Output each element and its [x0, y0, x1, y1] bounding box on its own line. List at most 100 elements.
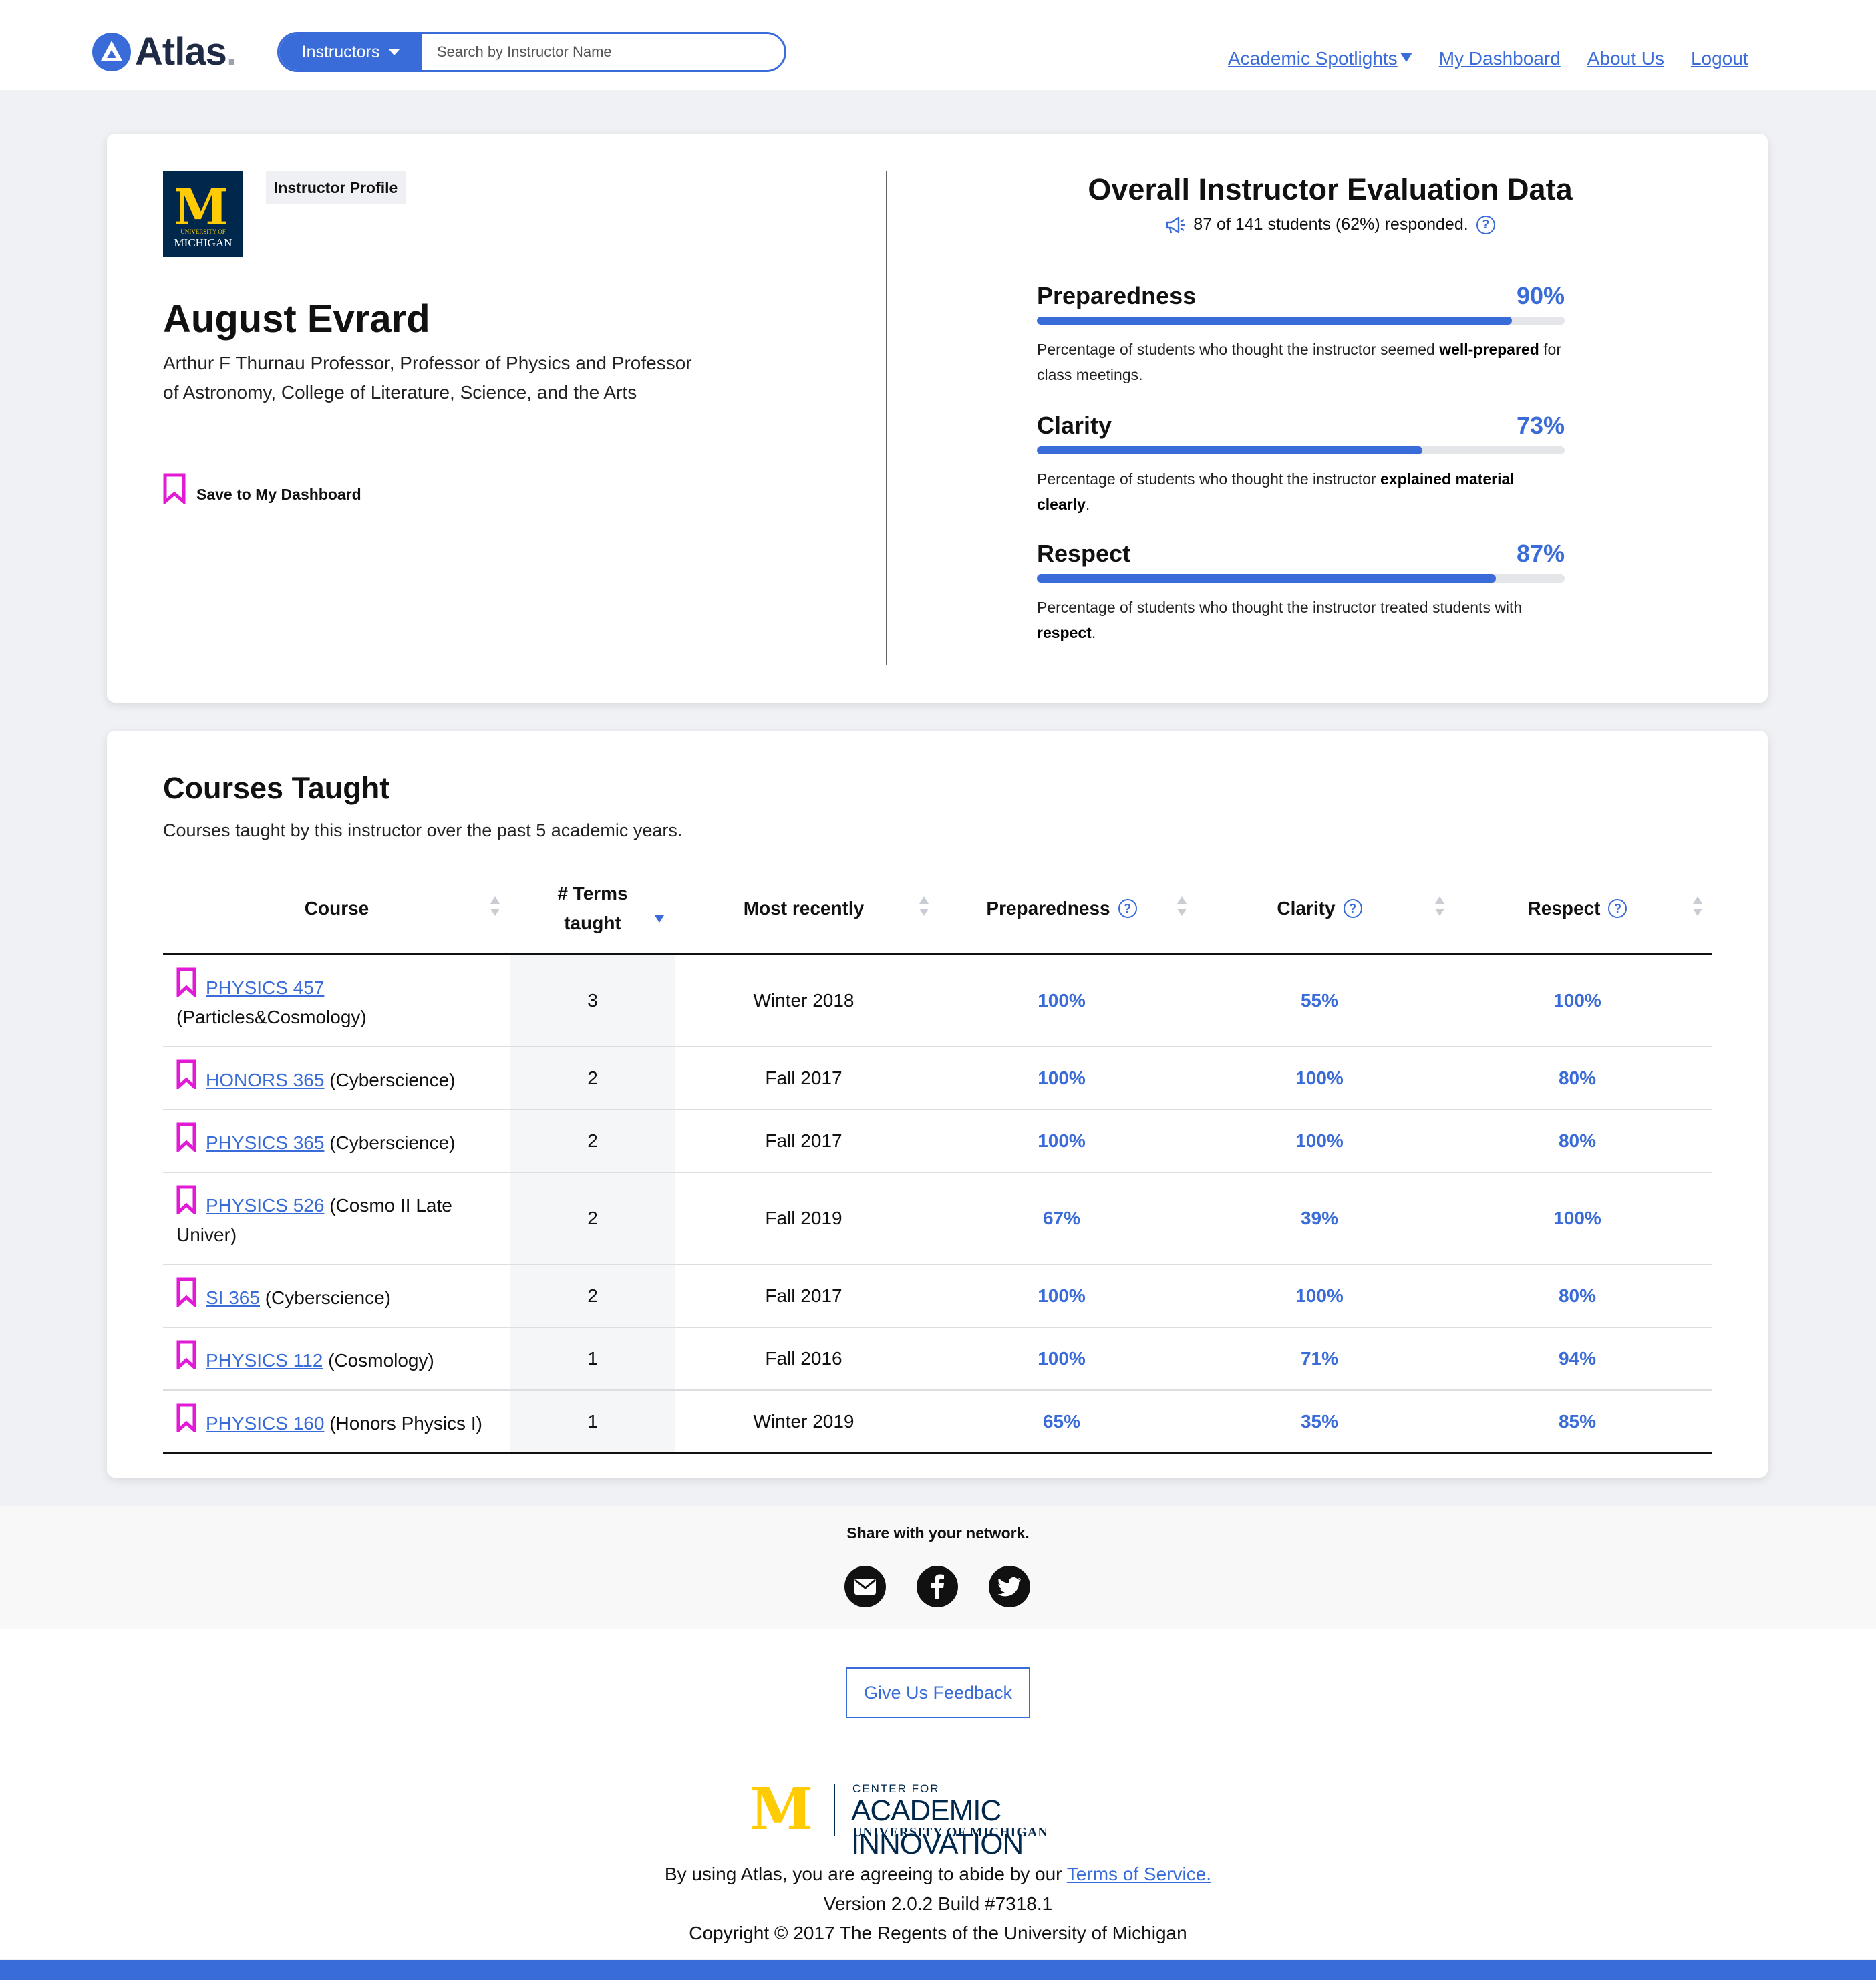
respect-cell: 100%	[1553, 1208, 1601, 1228]
courses-subtitle: Courses taught by this instructor over t…	[163, 820, 683, 840]
progress-bar-fill	[1037, 446, 1422, 454]
sort-icon[interactable]	[1435, 896, 1444, 919]
preparedness-cell: 65%	[1042, 1410, 1081, 1432]
column-header-clarity[interactable]: Clarity ?	[1191, 862, 1448, 955]
bottom-accent-bar	[0, 1960, 1876, 1980]
courses-title: Courses Taught	[163, 771, 390, 805]
course-name: (Honors Physics I)	[329, 1413, 482, 1434]
metric-name: Clarity	[1037, 411, 1112, 439]
nav-academic-spotlights[interactable]: Academic Spotlights	[1228, 48, 1412, 69]
metric-value: 73%	[1516, 411, 1565, 439]
bookmark-icon[interactable]	[176, 1403, 196, 1432]
column-header-respect[interactable]: Respect ?	[1448, 862, 1706, 955]
chevron-down-icon	[389, 49, 400, 55]
bookmark-icon[interactable]	[176, 967, 196, 997]
bookmark-icon[interactable]	[176, 1059, 196, 1089]
search-type-label: Instructors	[301, 42, 380, 61]
course-link[interactable]: HONORS 365	[206, 1069, 324, 1090]
copyright-text: Copyright © 2017 The Regents of the Univ…	[689, 1923, 1187, 1943]
course-link[interactable]: PHYSICS 160	[206, 1413, 324, 1434]
respect-cell: 94%	[1558, 1348, 1597, 1369]
share-section: Share with your network.	[0, 1506, 1876, 1629]
course-cell: PHYSICS 365 (Cyberscience)	[176, 1110, 510, 1172]
terms-cell: 2	[510, 1265, 675, 1327]
course-cell: PHYSICS 112 (Cosmology)	[176, 1328, 510, 1389]
share-title: Share with your network.	[846, 1524, 1030, 1542]
search-type-dropdown[interactable]: Instructors	[279, 34, 422, 70]
course-name: (Cyberscience)	[329, 1069, 456, 1090]
most-recent-cell: Fall 2017	[765, 1067, 842, 1088]
respect-cell: 80%	[1558, 1130, 1597, 1151]
table-row: HONORS 365 (Cyberscience) 2 Fall 2017 100% 1…	[163, 1047, 1712, 1110]
courses-taught-card: Courses Taught Courses taught by this in…	[107, 731, 1768, 1478]
nav-my-dashboard[interactable]: My Dashboard	[1439, 48, 1561, 69]
nav-logout[interactable]: Logout	[1691, 48, 1748, 69]
column-header-most-recently[interactable]: Most recently	[675, 862, 933, 955]
progress-bar	[1037, 446, 1565, 454]
table-row: SI 365 (Cyberscience) 2 Fall 2017 100% 100% 8…	[163, 1265, 1712, 1328]
clarity-cell: 100%	[1295, 1285, 1344, 1306]
search-input[interactable]	[422, 34, 784, 70]
atlas-logo[interactable]: Atlas.	[92, 29, 237, 74]
bookmark-icon[interactable]	[176, 1340, 196, 1369]
sort-desc-icon[interactable]	[655, 903, 664, 926]
cai-logo-line3: UNIVERSITY OF MICHIGAN	[852, 1825, 1048, 1840]
course-name: (Particles&Cosmology)	[176, 1007, 367, 1027]
bookmark-icon[interactable]	[176, 1277, 196, 1307]
email-icon[interactable]	[844, 1566, 886, 1607]
save-to-dashboard-button[interactable]: Save to My Dashboard	[163, 473, 361, 504]
course-cell: SI 365 (Cyberscience)	[176, 1265, 510, 1327]
column-header-label: Course	[304, 898, 369, 919]
metric-description: Percentage of students who thought the i…	[1037, 337, 1565, 387]
metric-desc-bold: respect	[1037, 624, 1092, 641]
nav-academic-spotlights-label: Academic Spotlights	[1228, 48, 1398, 69]
instructor-profile-card: M UNIVERSITY OF MICHIGAN Instructor Prof…	[107, 134, 1768, 703]
terms-of-service-link[interactable]: Terms of Service.	[1067, 1864, 1211, 1884]
clarity-cell: 100%	[1295, 1130, 1344, 1151]
most-recent-cell: Fall 2016	[765, 1348, 842, 1369]
page-footer: Give Us Feedback M CENTER FOR ACADEMIC I…	[0, 1629, 1876, 1959]
metric-name: Preparedness	[1037, 282, 1197, 309]
most-recent-cell: Winter 2019	[753, 1410, 854, 1432]
umich-logo-line2: MICHIGAN	[174, 236, 232, 249]
give-feedback-button[interactable]: Give Us Feedback	[846, 1667, 1030, 1718]
nav-about-us[interactable]: About Us	[1587, 48, 1664, 69]
course-link[interactable]: PHYSICS 526	[206, 1195, 324, 1216]
course-link[interactable]: SI 365	[206, 1287, 260, 1308]
column-header-course[interactable]: Course	[163, 862, 510, 955]
clarity-cell: 35%	[1300, 1410, 1339, 1432]
clarity-cell: 100%	[1295, 1067, 1344, 1088]
sort-icon[interactable]	[919, 896, 929, 919]
metric-clarity: Clarity 73% Percentage of students who t…	[1037, 411, 1565, 517]
twitter-icon[interactable]	[989, 1566, 1030, 1607]
terms-line2: taught	[564, 913, 621, 933]
course-cell: PHYSICS 526 (Cosmo II Late Univer)	[176, 1173, 510, 1264]
bookmark-icon[interactable]	[176, 1185, 196, 1214]
metric-desc-text: Percentage of students who thought the i…	[1037, 341, 1440, 358]
caret-down-icon	[1400, 53, 1412, 62]
instructor-name: August Evrard	[163, 297, 430, 341]
progress-bar	[1037, 574, 1565, 583]
sort-icon[interactable]	[1177, 896, 1187, 919]
metric-desc-text: Percentage of students who thought the i…	[1037, 470, 1380, 488]
course-link[interactable]: PHYSICS 112	[206, 1350, 323, 1371]
most-recent-cell: Winter 2018	[753, 990, 854, 1011]
version-text: Version 2.0.2 Build #7318.1	[823, 1893, 1053, 1914]
course-link[interactable]: PHYSICS 457	[206, 977, 324, 998]
help-icon[interactable]: ?	[1476, 215, 1495, 234]
help-icon[interactable]: ?	[1608, 899, 1627, 918]
metric-value: 87%	[1516, 540, 1565, 567]
column-header-terms[interactable]: # Terms taught	[510, 862, 675, 955]
metric-respect: Respect 87% Percentage of students who t…	[1037, 540, 1565, 645]
sort-icon[interactable]	[1693, 896, 1702, 919]
bookmark-icon[interactable]	[176, 1122, 196, 1152]
sort-icon[interactable]	[490, 896, 500, 919]
course-link[interactable]: PHYSICS 365	[206, 1132, 324, 1153]
table-body: PHYSICS 457 (Particles&Cosmology) 3 Winter…	[163, 955, 1712, 1454]
facebook-icon[interactable]	[917, 1566, 958, 1607]
metric-preparedness: Preparedness 90% Percentage of students …	[1037, 282, 1565, 387]
help-icon[interactable]: ?	[1343, 899, 1362, 918]
column-header-preparedness[interactable]: Preparedness ?	[933, 862, 1191, 955]
progress-bar-fill	[1037, 574, 1497, 583]
help-icon[interactable]: ?	[1118, 899, 1137, 918]
